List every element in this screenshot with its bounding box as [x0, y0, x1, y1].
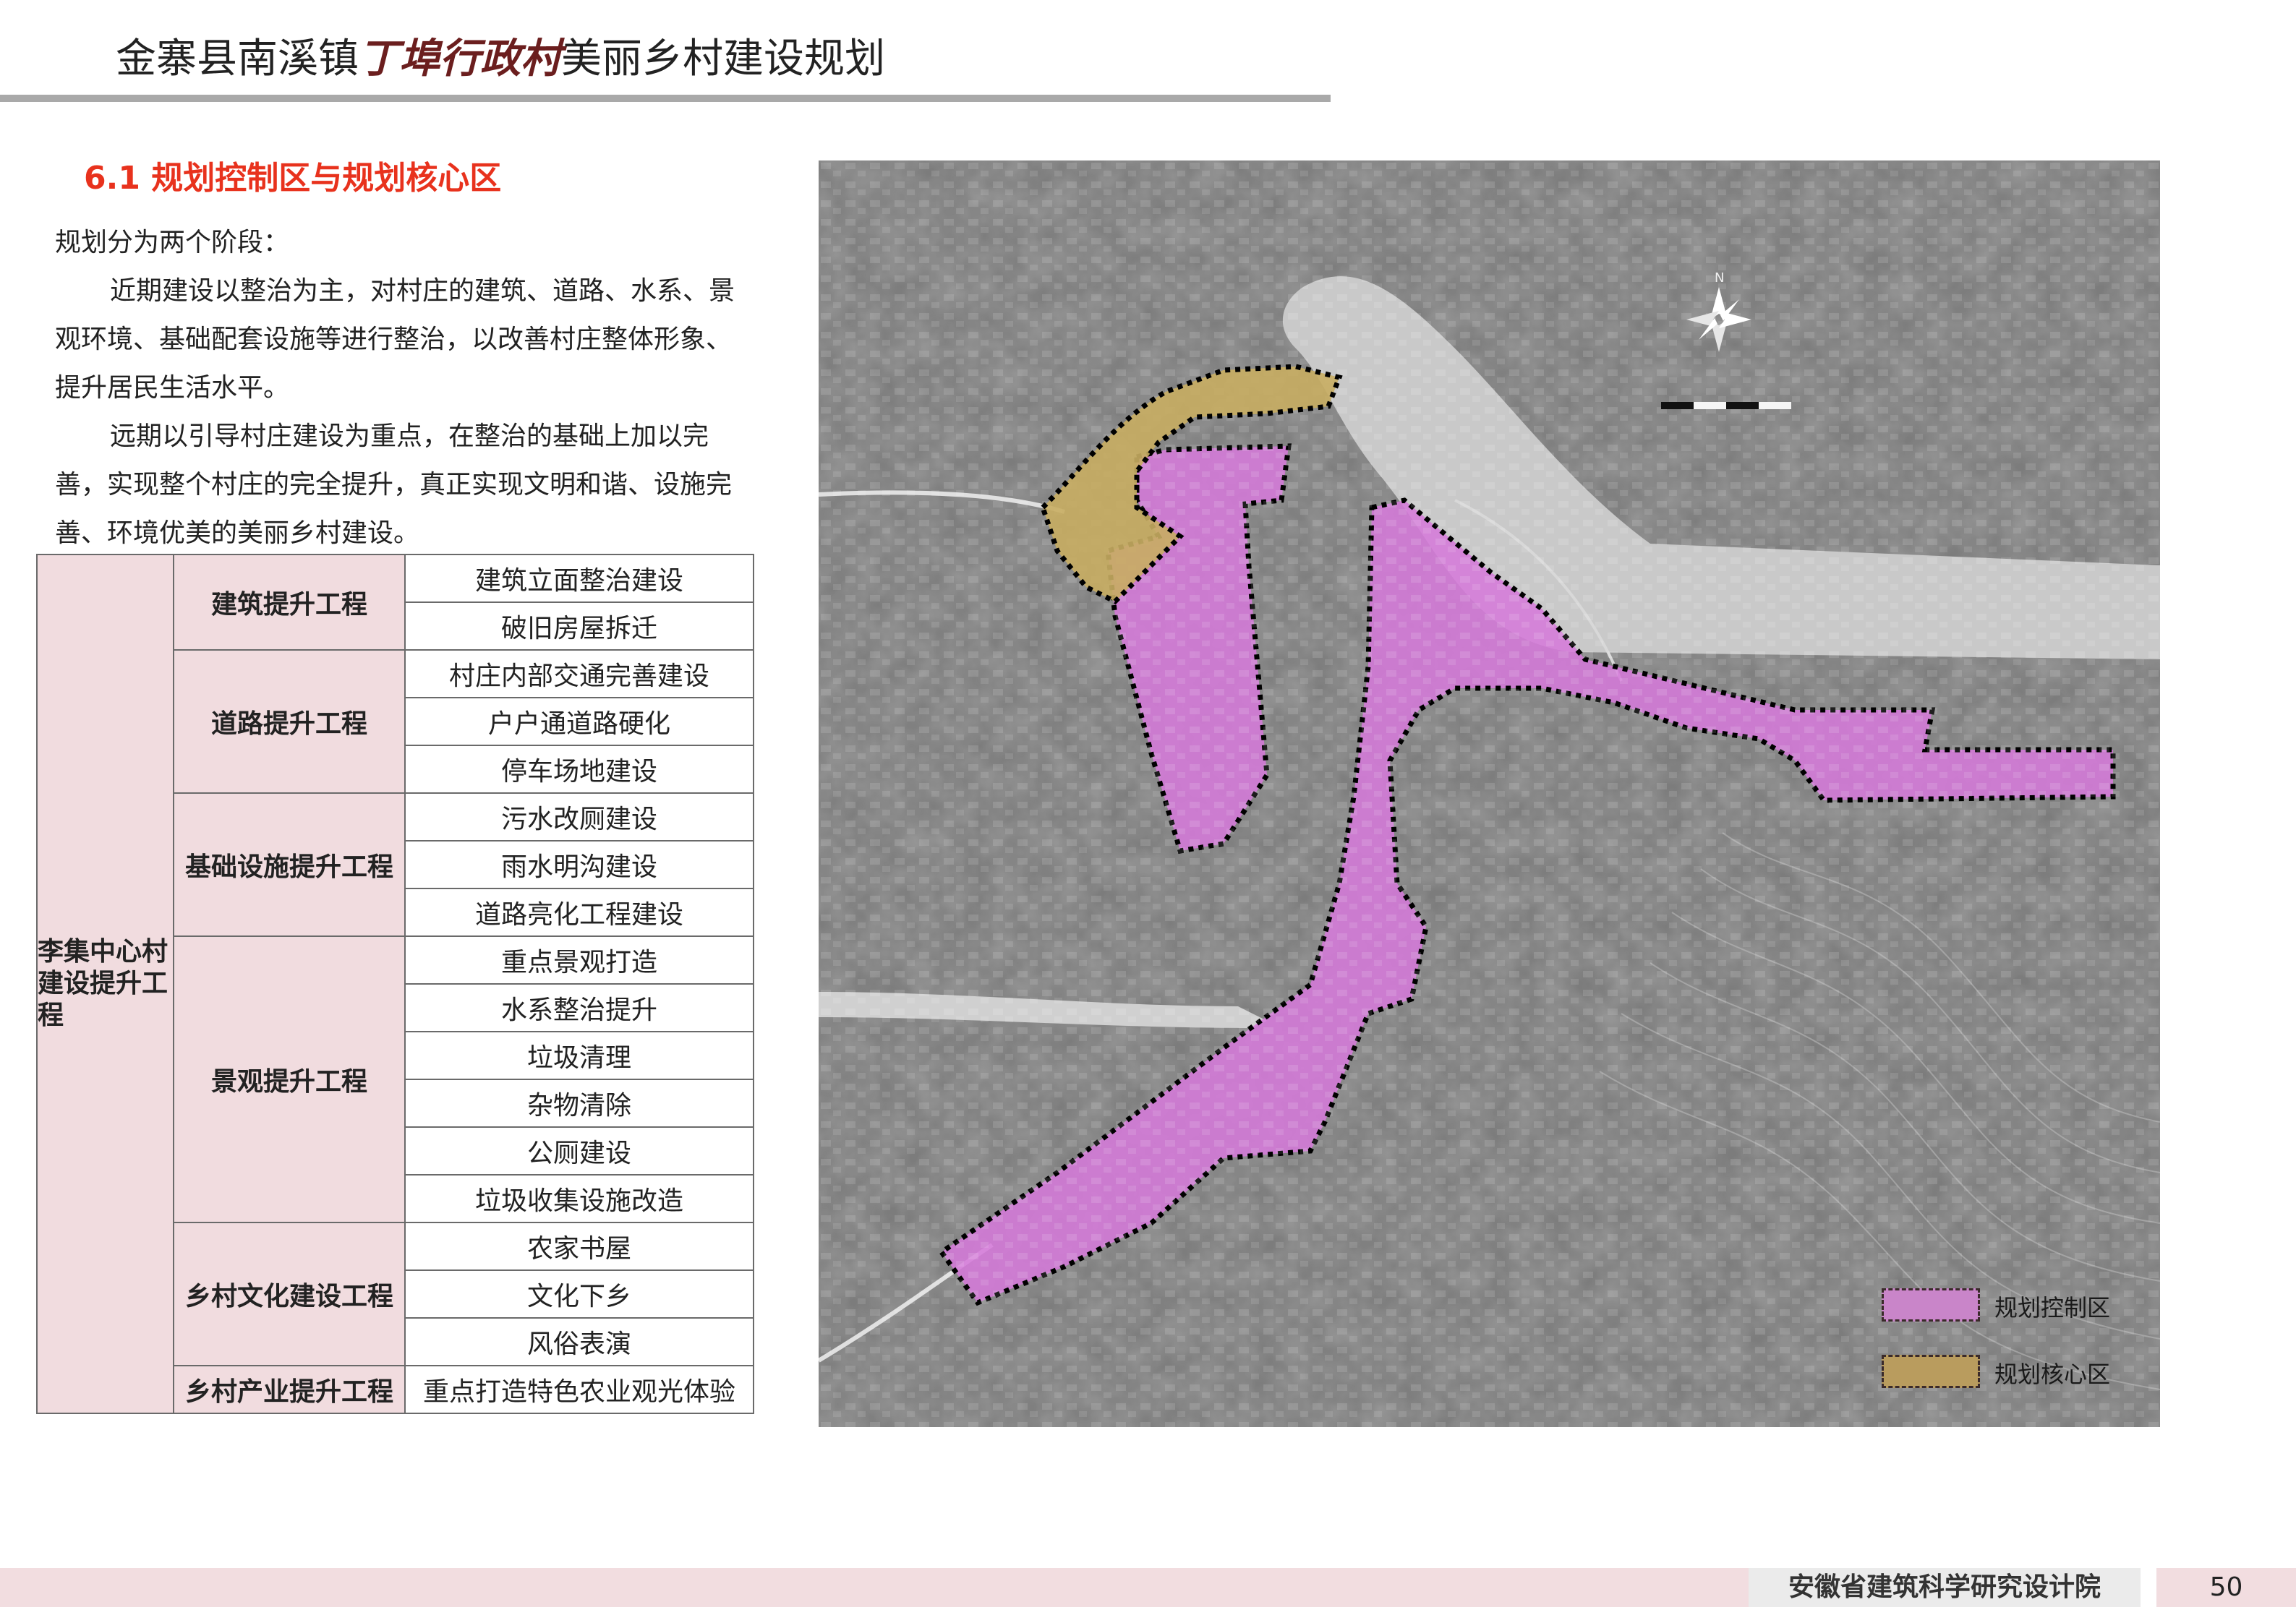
footer-organization: 安徽省建筑科学研究设计院	[1749, 1568, 2141, 1607]
table-item-cell: 破旧房屋拆迁	[404, 601, 754, 651]
table-category-cell: 乡村产业提升工程	[173, 1365, 406, 1414]
table-item-cell: 农家书屋	[404, 1222, 754, 1271]
table-item-cell: 雨水明沟建设	[404, 840, 754, 889]
legend-swatch-control	[1882, 1288, 1980, 1322]
table-category-cell: 乡村文化建设工程	[173, 1222, 406, 1366]
table-item-cell: 重点景观打造	[404, 935, 754, 985]
legend-label-core: 规划核心区	[1994, 1361, 2111, 1388]
table-item-cell: 污水改厕建设	[404, 792, 754, 842]
table-item-cell: 重点打造特色农业观光体验	[404, 1365, 754, 1414]
table-item-cell: 户户通道路硬化	[404, 697, 754, 746]
table-item-cell: 道路亮化工程建设	[404, 888, 754, 937]
title-village-name: 丁埠行政村	[359, 35, 561, 82]
page-number: 50	[2156, 1568, 2296, 1607]
table-item-cell: 公厕建设	[404, 1126, 754, 1176]
table-item-cell: 水系整治提升	[404, 983, 754, 1032]
table-item-cell: 垃圾清理	[404, 1031, 754, 1080]
table-category-cell: 景观提升工程	[173, 935, 406, 1223]
north-label: N	[1715, 270, 1724, 286]
scale-bar	[1661, 402, 1791, 409]
intro-text: 规划分为两个阶段： 近期建设以整治为主，对村庄的建筑、道路、水系、景观环境、基础…	[55, 218, 749, 557]
legend-swatch-core	[1882, 1355, 1980, 1388]
table-item-cell: 风俗表演	[404, 1317, 754, 1366]
intro-paragraph-long-term: 远期以引导村庄建设为重点，在整治的基础上加以完善，实现整个村庄的完全提升，真正实…	[55, 421, 733, 548]
table-item-cell: 停车场地建设	[404, 745, 754, 794]
section-heading: 6.1 规划控制区与规划核心区	[84, 160, 502, 197]
table-item-cell: 文化下乡	[404, 1269, 754, 1319]
footer-divider	[2141, 1568, 2156, 1607]
title-suffix: 美丽乡村建设规划	[561, 35, 885, 82]
planning-map: N 规划控制区 规划核心区	[819, 160, 2160, 1427]
intro-lead: 规划分为两个阶段：	[55, 228, 290, 257]
table-item-cell: 建筑立面整治建设	[404, 554, 754, 603]
control-zone	[819, 160, 2160, 1427]
table-category-cell: 基础设施提升工程	[173, 792, 406, 937]
title-divider	[0, 95, 1331, 102]
project-table: 李集中心村建设提升工程 建筑提升工程 建筑立面整治建设 破旧房屋拆迁 道路提升工程 村庄内…	[36, 554, 754, 1414]
table-item-cell: 村庄内部交通完善建设	[404, 649, 754, 698]
intro-paragraph-near-term: 近期建设以整治为主，对村庄的建筑、道路、水系、景观环境、基础配套设施等进行整治，…	[55, 276, 735, 403]
legend-label-control: 规划控制区	[1994, 1294, 2111, 1322]
table-category-cell: 道路提升工程	[173, 649, 406, 794]
title-prefix: 金寨县南溪镇	[116, 35, 359, 82]
table-category-cell: 建筑提升工程	[173, 554, 406, 651]
table-item-cell: 垃圾收集设施改造	[404, 1174, 754, 1223]
table-root-cell: 李集中心村建设提升工程	[36, 554, 174, 1414]
page-title: 金寨县南溪镇丁埠行政村美丽乡村建设规划	[116, 26, 885, 85]
table-row: 李集中心村建设提升工程 建筑提升工程 建筑立面整治建设	[36, 554, 754, 1414]
table-item-cell: 杂物清除	[404, 1079, 754, 1128]
map-image: N	[819, 160, 2160, 1427]
